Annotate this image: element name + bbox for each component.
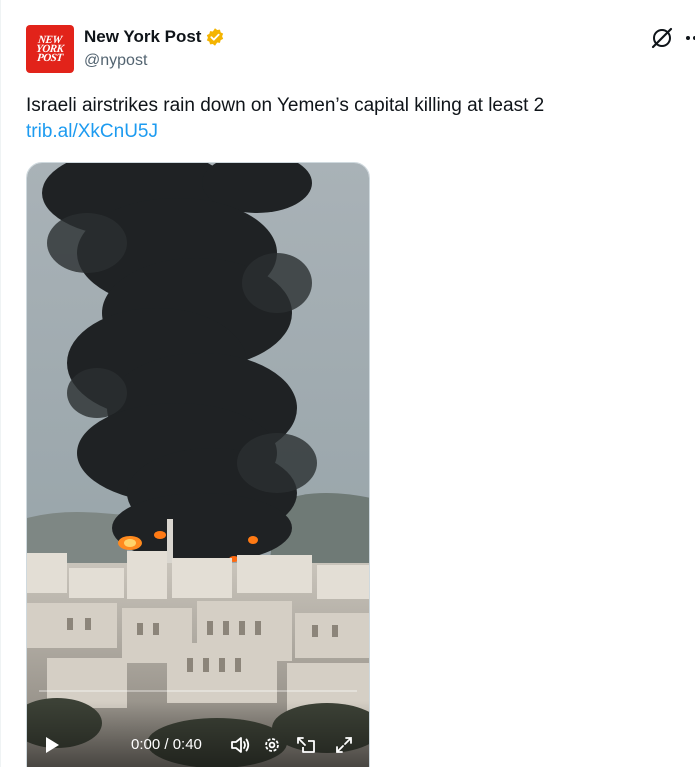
video-controls-overlay bbox=[27, 701, 369, 767]
avatar[interactable]: NEW YORK POST bbox=[26, 25, 74, 73]
tweet-text: Israeli airstrikes rain down on Yemen’s … bbox=[26, 93, 666, 145]
display-name[interactable]: New York Post bbox=[84, 27, 201, 47]
grok-icon[interactable] bbox=[649, 25, 675, 51]
tweet-body: Israeli airstrikes rain down on Yemen’s … bbox=[26, 95, 545, 116]
picture-in-picture-icon bbox=[297, 737, 315, 753]
video-progress-track[interactable] bbox=[39, 690, 357, 692]
tweet-link[interactable]: trib.al/XkCnU5J bbox=[26, 119, 666, 145]
volume-button[interactable] bbox=[229, 734, 251, 756]
avatar-text-line-3: POST bbox=[36, 51, 64, 64]
fullscreen-icon bbox=[336, 737, 352, 753]
more-icon[interactable] bbox=[685, 26, 695, 50]
video-player[interactable]: 0:00 / 0:40 bbox=[26, 162, 370, 767]
video-frame bbox=[27, 163, 369, 767]
video-time: 0:00 / 0:40 bbox=[131, 736, 202, 753]
handle[interactable]: @nypost bbox=[84, 52, 147, 70]
play-icon bbox=[46, 737, 59, 753]
settings-icon bbox=[265, 738, 279, 752]
fullscreen-button[interactable] bbox=[333, 734, 355, 756]
name-row: New York Post bbox=[84, 27, 225, 47]
play-button[interactable] bbox=[41, 734, 63, 756]
picture-in-picture-button[interactable] bbox=[295, 734, 317, 756]
tweet-card: NEW YORK POST New York Post @nypost Isra… bbox=[0, 0, 695, 767]
verified-badge-icon[interactable] bbox=[205, 27, 225, 47]
volume-icon bbox=[231, 737, 250, 753]
settings-button[interactable] bbox=[262, 734, 282, 756]
